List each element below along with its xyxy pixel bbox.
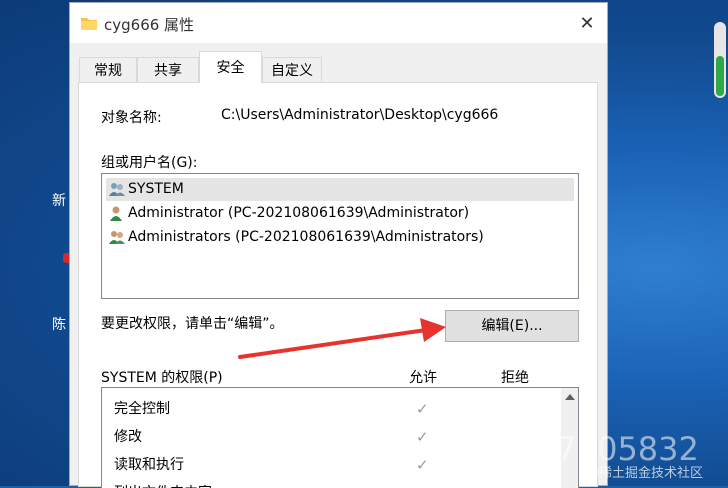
tab-sharing[interactable]: 共享 <box>137 57 199 83</box>
group-users-icon <box>109 183 125 196</box>
security-panel: 对象名称: C:\Users\Administrator\Desktop\cyg… <box>78 82 598 488</box>
allow-check-icon: ✓ <box>416 428 429 446</box>
principal-name: Administrators (PC-202108061639\Administ… <box>128 229 484 245</box>
permission-name: 修改 <box>114 429 142 445</box>
watermark-source: @稀土掘金技术社区 <box>586 466 704 481</box>
group-users-label: 组或用户名(G): <box>101 155 198 171</box>
list-item-system[interactable]: SYSTEM <box>106 178 574 201</box>
permission-name: 列出文件夹内容 <box>114 479 212 488</box>
object-name-value: C:\Users\Administrator\Desktop\cyg666 <box>221 107 499 123</box>
allow-column-header: 允许 <box>409 370 437 386</box>
permission-row: 列出文件夹内容 ✓ <box>114 479 564 488</box>
principal-name: SYSTEM <box>128 181 184 197</box>
title-bar[interactable]: cyg666 属性 ✕ <box>70 3 607 43</box>
permission-name: 读取和执行 <box>114 457 184 473</box>
window-title: cyg666 属性 <box>104 16 195 34</box>
tab-general[interactable]: 常规 <box>79 57 137 83</box>
principals-list[interactable]: SYSTEM Administrator (PC-202108061639\Ad… <box>101 173 579 299</box>
allow-check-icon: ✓ <box>416 479 429 488</box>
permissions-label: SYSTEM 的权限(P) <box>101 370 223 386</box>
permission-name: 完全控制 <box>114 401 170 417</box>
properties-dialog: cyg666 属性 ✕ 常规 共享 安全 自定义 对象名称: C:\Users\… <box>69 2 608 488</box>
allow-check-icon: ✓ <box>416 456 429 474</box>
tab-strip: 常规 共享 安全 自定义 <box>70 51 607 83</box>
permission-row: 读取和执行 ✓ <box>114 451 564 479</box>
object-name-label: 对象名称: <box>101 110 162 126</box>
close-button[interactable]: ✕ <box>576 13 598 34</box>
scroll-up-arrow-icon[interactable] <box>565 394 575 400</box>
volume-slider-fill <box>716 56 724 96</box>
deny-column-header: 拒绝 <box>501 370 529 386</box>
edit-button[interactable]: 编辑(E)... <box>445 310 579 342</box>
desktop-icon-label[interactable]: 陈 <box>52 314 66 334</box>
list-item-administrators[interactable]: Administrators (PC-202108061639\Administ… <box>106 226 574 249</box>
list-item-administrator[interactable]: Administrator (PC-202108061639\Administr… <box>106 202 574 225</box>
allow-check-icon: ✓ <box>416 400 429 418</box>
principal-name: Administrator (PC-202108061639\Administr… <box>128 205 470 221</box>
group-users-icon <box>109 231 125 244</box>
user-icon <box>110 206 122 221</box>
desktop-icon-label[interactable]: 新 <box>52 190 66 210</box>
permission-row: 修改 ✓ <box>114 423 564 451</box>
permission-row: 完全控制 ✓ <box>114 395 564 423</box>
permissions-list: 完全控制 ✓ 修改 ✓ 读取和执行 ✓ 列出文件夹内容 ✓ <box>101 387 579 488</box>
tab-security[interactable]: 安全 <box>199 51 262 83</box>
folder-icon <box>81 18 97 30</box>
change-permissions-hint: 要更改权限，请单击“编辑”。 <box>101 316 284 332</box>
tab-customize[interactable]: 自定义 <box>262 57 322 83</box>
